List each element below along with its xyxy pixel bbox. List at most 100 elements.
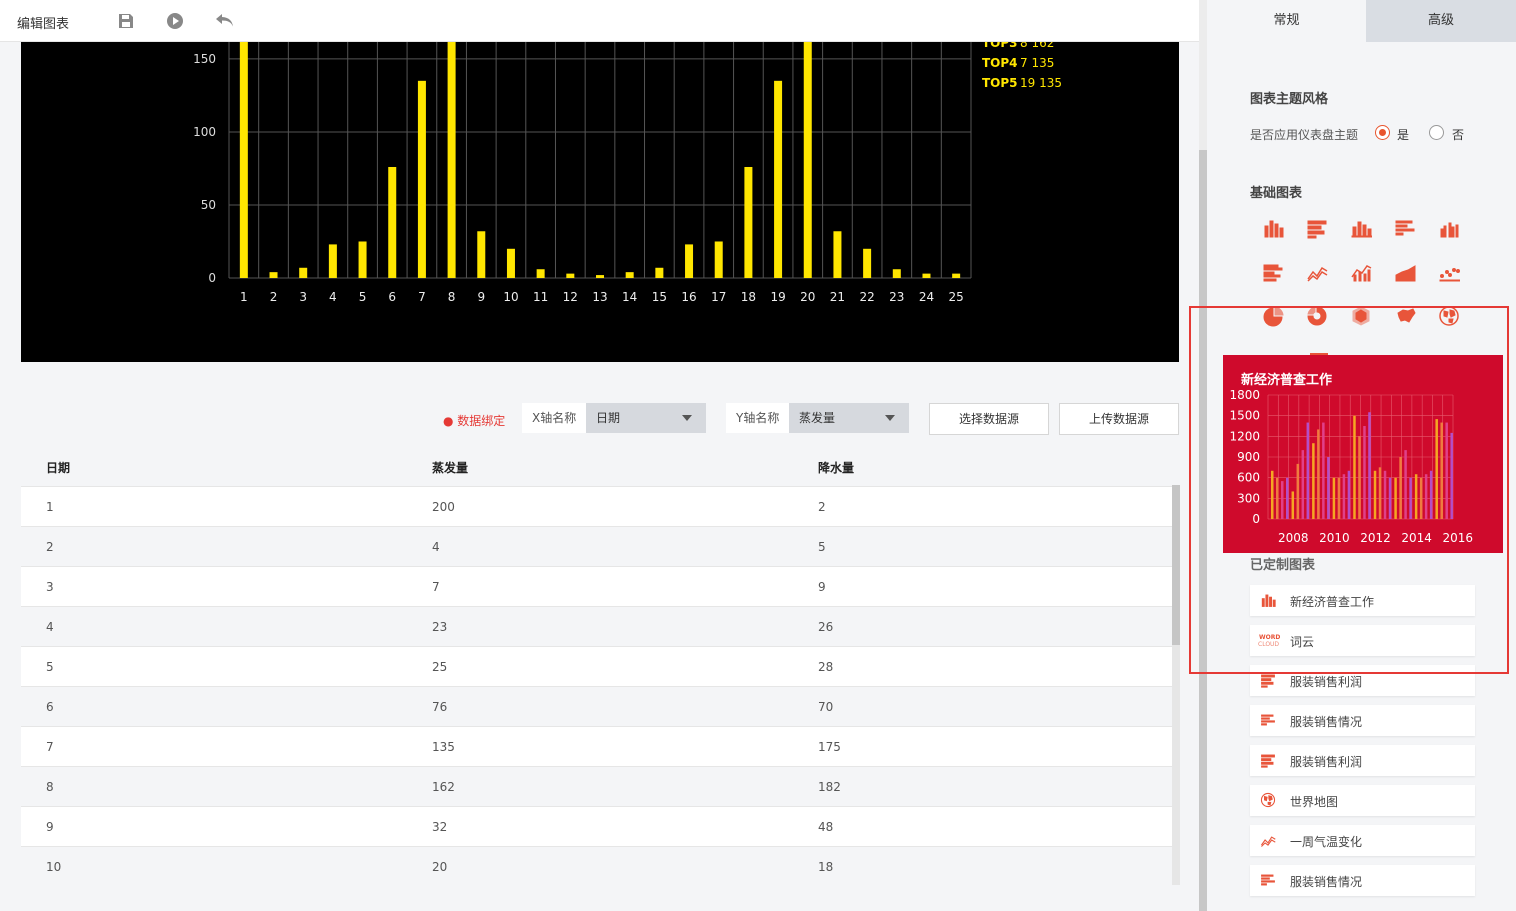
stacked-column-icon[interactable] — [1350, 217, 1373, 239]
x-tick-label: 9 — [477, 290, 485, 304]
table-cell: 9 — [46, 820, 54, 834]
custom-chart-item[interactable]: 世界地图 — [1250, 785, 1475, 816]
data-table: 日期 蒸发量 降水量 1 200 2 2 4 5 3 7 9 4 23 26 5 25 28 6 76 70 7 13… — [21, 446, 1179, 886]
bar — [833, 231, 842, 278]
x-tick-label: 21 — [830, 290, 845, 304]
bar-chart: 0501001501 2 3 4 5 6 7 8 9 10 11 12 13 14 15 16 17 18 19 20… — [193, 42, 1062, 304]
table-row[interactable]: 1 200 2 — [21, 486, 1179, 526]
legend-rank: TOP5 — [982, 76, 1018, 90]
x-axis-label: X轴名称 — [522, 403, 587, 433]
table-cell: 162 — [432, 780, 455, 794]
line-chart-icon[interactable] — [1306, 261, 1328, 283]
table-row[interactable]: 8 162 182 — [21, 766, 1179, 806]
x-tick-label: 16 — [681, 290, 696, 304]
column-header: 蒸发量 — [432, 461, 469, 475]
custom-chart-item[interactable]: 服装销售情况 — [1250, 705, 1475, 736]
select-source-button[interactable]: 选择数据源 — [929, 403, 1049, 435]
x-tick-label: 22 — [859, 290, 874, 304]
theme-yes-radio[interactable] — [1375, 125, 1390, 140]
x-tick-label: 1 — [240, 290, 248, 304]
theme-section-title: 图表主题风格 — [1250, 92, 1329, 107]
line-column-icon[interactable] — [1350, 261, 1372, 283]
table-row[interactable]: 2 4 5 — [21, 526, 1179, 566]
tab-advanced[interactable]: 高级 — [1366, 0, 1516, 42]
bar — [625, 272, 634, 278]
legend-rank: TOP3 — [982, 42, 1018, 50]
bar — [566, 273, 575, 278]
table-row[interactable]: 6 76 70 — [21, 686, 1179, 726]
custom-chart-item[interactable]: 服装销售情况 — [1250, 865, 1475, 896]
chart-canvas: 0 50 100 150 1 2 3 4 5 6 7 8 9 10 11 12 13 14 15 16 17 18 19 20… — [21, 42, 1179, 362]
data-binding-label: ● 数据绑定 — [443, 414, 506, 428]
scatter-chart-icon[interactable] — [1438, 261, 1461, 283]
y-tick-label: 100 — [193, 125, 216, 139]
play-icon[interactable] — [165, 11, 185, 31]
panel-tabs: 常规 高级 — [1207, 0, 1516, 42]
custom-chart-item[interactable]: 服装销售利润 — [1250, 745, 1475, 776]
x-tick-label: 24 — [919, 290, 934, 304]
grouped-bar-icon[interactable] — [1262, 261, 1284, 283]
table-cell: 7 — [432, 580, 440, 594]
custom-chart-label: 服装销售利润 — [1290, 755, 1363, 769]
bar — [536, 269, 545, 278]
x-axis-select[interactable]: 日期 — [586, 403, 706, 433]
highlight-frame — [1189, 306, 1509, 674]
table-scrollbar-thumb[interactable] — [1172, 485, 1180, 645]
legend-value: 19 135 — [1020, 76, 1062, 90]
table-cell: 182 — [818, 780, 841, 794]
table-row[interactable]: 9 32 48 — [21, 806, 1179, 846]
x-axis-select-value: 日期 — [596, 411, 621, 425]
bar — [952, 273, 961, 278]
custom-chart-label: 服装销售情况 — [1290, 715, 1363, 729]
x-tick-label: 2 — [270, 290, 278, 304]
table-row[interactable]: 10 20 18 — [21, 846, 1179, 886]
table-cell: 18 — [818, 860, 834, 874]
theme-no-radio[interactable] — [1429, 125, 1444, 140]
bar — [774, 80, 783, 278]
table-row[interactable]: 4 23 26 — [21, 606, 1179, 646]
chevron-down-icon — [682, 415, 692, 421]
custom-chart-label: 世界地图 — [1290, 795, 1339, 809]
table-cell: 25 — [432, 660, 448, 674]
table-scrollbar[interactable] — [1172, 485, 1180, 885]
legend-value: 7 135 — [1020, 56, 1054, 70]
x-tick-label: 4 — [329, 290, 337, 304]
bar — [596, 275, 604, 278]
table-cell: 23 — [432, 620, 448, 634]
legend-value: 8 162 — [1020, 42, 1054, 50]
x-tick-label: 15 — [652, 290, 667, 304]
y-tick-label: 50 — [201, 198, 216, 212]
table-cell: 6 — [46, 700, 54, 714]
stacked-bar-icon — [1258, 712, 1278, 728]
table-cell: 5 — [46, 660, 54, 674]
world-map-icon — [1258, 792, 1278, 808]
bar — [269, 272, 278, 278]
bar — [328, 244, 337, 278]
stacked-bar-icon[interactable] — [1394, 217, 1416, 239]
bar — [388, 166, 397, 278]
theme-yes-label: 是 — [1397, 128, 1410, 142]
bar-chart-icon[interactable] — [1306, 217, 1328, 239]
column-header: 降水量 — [818, 461, 855, 475]
table-cell: 2 — [818, 500, 826, 514]
undo-icon[interactable] — [214, 11, 234, 31]
bar — [863, 248, 872, 278]
table-cell: 7 — [46, 740, 54, 754]
table-row[interactable]: 5 25 28 — [21, 646, 1179, 686]
tab-general[interactable]: 常规 — [1207, 0, 1366, 42]
y-axis-label: Y轴名称 — [726, 403, 790, 433]
save-icon[interactable] — [116, 11, 136, 31]
grouped-column-icon[interactable] — [1438, 217, 1460, 239]
column-chart-icon[interactable] — [1262, 217, 1284, 239]
x-tick-label: 13 — [592, 290, 607, 304]
y-axis-select[interactable]: 蒸发量 — [789, 403, 909, 433]
table-row[interactable]: 3 7 9 — [21, 566, 1179, 606]
theme-question: 是否应用仪表盘主题 — [1250, 128, 1359, 142]
custom-chart-item[interactable]: 一周气温变化 — [1250, 825, 1475, 856]
bar — [714, 241, 723, 278]
area-chart-icon[interactable] — [1394, 261, 1416, 283]
custom-chart-label: 服装销售利润 — [1290, 675, 1363, 689]
table-row[interactable]: 7 135 175 — [21, 726, 1179, 766]
upload-source-button[interactable]: 上传数据源 — [1059, 403, 1179, 435]
table-cell: 28 — [818, 660, 834, 674]
